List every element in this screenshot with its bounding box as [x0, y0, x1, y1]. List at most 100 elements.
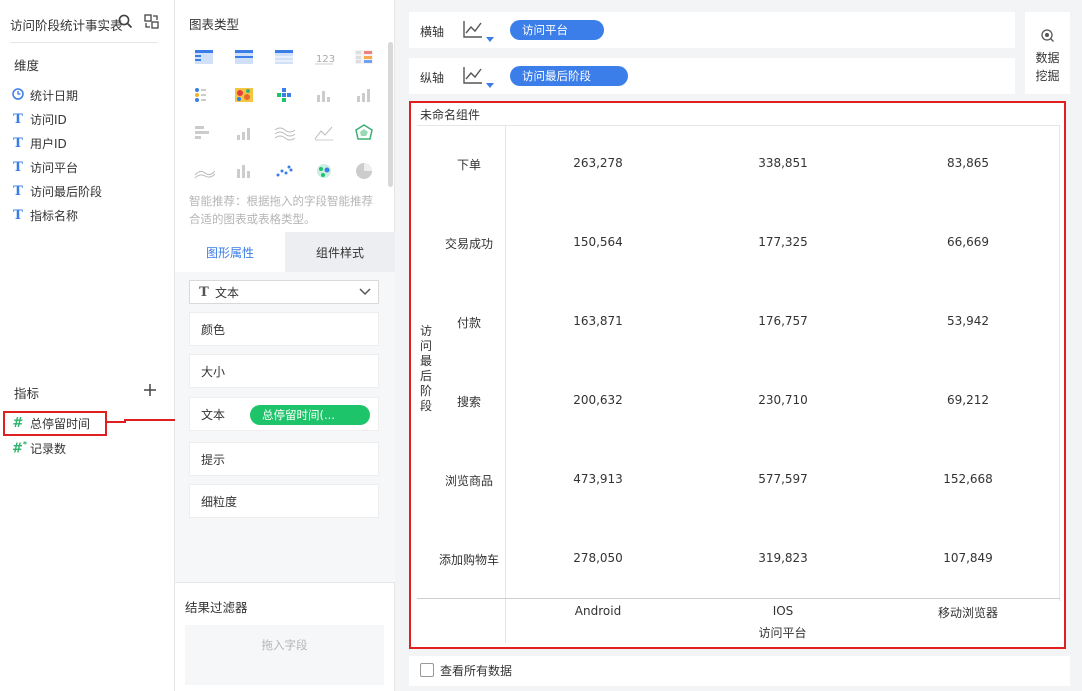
y-axis-type-toggle[interactable]: [461, 64, 497, 88]
svg-text:123: 123: [316, 54, 335, 65]
crosstab-icon[interactable]: [233, 47, 255, 67]
stacked-column-icon[interactable]: [233, 161, 255, 181]
column-header: 移动浏览器: [937, 606, 998, 620]
tab-component-style[interactable]: 组件样式: [285, 232, 395, 272]
mark-type-select[interactable]: T 文本: [189, 280, 379, 304]
switch-dataset-icon[interactable]: [143, 13, 159, 29]
dataset-title[interactable]: 访问阶段统计事实表: [10, 15, 123, 34]
dot-matrix-icon[interactable]: [193, 85, 215, 105]
row-header: 浏览商品: [444, 474, 493, 488]
dimension-label: 访问平台: [30, 160, 79, 175]
y-axis-field-pill[interactable]: 访问最后阶段: [510, 66, 628, 86]
dimension-field[interactable]: T 访问ID: [12, 108, 67, 130]
line-chart-icon: [463, 21, 494, 42]
property-color[interactable]: 颜色: [189, 312, 379, 346]
property-text-label: 文本: [201, 407, 226, 422]
column-header: IOS: [772, 604, 794, 618]
bubble-icon[interactable]: [313, 161, 335, 181]
search-icon[interactable]: [117, 13, 133, 29]
filter-placeholder: 拖入字段: [261, 638, 308, 652]
text-field-pill[interactable]: 总停留时间(...: [250, 405, 370, 425]
x-axis-field-pill[interactable]: 访问平台: [510, 20, 604, 40]
table-cell: 577,597: [758, 472, 808, 486]
row-header: 搜索: [456, 395, 481, 409]
heatmap-icon[interactable]: [233, 85, 255, 105]
text-field-icon: T: [13, 159, 23, 175]
horizontal-bar-icon[interactable]: [193, 123, 215, 143]
metric-record-count[interactable]: #* 记录数: [12, 437, 66, 459]
dimension-field[interactable]: T 用户ID: [12, 132, 67, 154]
radar-icon[interactable]: [353, 123, 375, 143]
data-mining-button[interactable]: 数据 挖掘: [1025, 12, 1070, 94]
metric-label: 记录数: [30, 441, 67, 456]
number-field-icon: #: [12, 415, 24, 431]
table-cell: 53,942: [947, 314, 989, 328]
colored-kpi-icon[interactable]: [353, 47, 375, 67]
dimension-field[interactable]: T 访问平台: [12, 156, 78, 178]
bar-chart-icon[interactable]: [313, 85, 335, 105]
result-filter-label: 结果过滤器: [185, 600, 248, 615]
dimension-label: 访问最后阶段: [30, 184, 103, 199]
column-header: Android: [574, 604, 622, 618]
data-mining-icon: [1041, 29, 1054, 42]
row-header: 下单: [456, 158, 481, 172]
wave-area-icon[interactable]: [193, 161, 216, 181]
streamgraph-icon[interactable]: [273, 123, 296, 143]
property-size[interactable]: 大小: [189, 354, 379, 388]
chart-config-panel: 图表类型 123 智能推荐：根据拖入的字段智能推荐合适的图表或表格类型。 图形属…: [175, 0, 395, 691]
component-title[interactable]: 未命名组件: [420, 106, 480, 123]
table-cell: 338,851: [758, 156, 808, 170]
divider: [10, 42, 158, 43]
x-axis-row: 横轴 访问平台: [409, 12, 1015, 48]
column-axis-title: 访问平台: [758, 626, 807, 640]
table-cell: 319,823: [758, 551, 808, 565]
area-line-icon[interactable]: [313, 123, 335, 143]
text-field-icon: T: [13, 135, 23, 151]
property-tooltip[interactable]: 提示: [189, 442, 379, 476]
footer-bar: 查看所有数据: [409, 656, 1070, 686]
pie-icon[interactable]: [353, 161, 375, 181]
grid-line: [505, 125, 506, 643]
table-icon[interactable]: [193, 47, 215, 67]
tab-graphic-attributes[interactable]: 图形属性: [175, 232, 285, 272]
chevron-down-icon: [359, 288, 371, 296]
table-component: 未命名组件 访问最后阶段 下单 263,278 338,851 83,865 交易成功 1…: [409, 101, 1066, 649]
property-granularity[interactable]: 细粒度: [189, 484, 379, 518]
dimension-field[interactable]: 统计日期: [12, 84, 78, 106]
table-cell: 230,710: [758, 393, 808, 407]
x-axis-type-toggle[interactable]: [461, 18, 497, 42]
stacked-bar-icon[interactable]: [233, 123, 255, 143]
calculated-field-icon: #*: [12, 439, 28, 457]
view-all-label: 查看所有数据: [440, 664, 513, 678]
data-mining-label-1: 数据: [1035, 51, 1060, 65]
data-mining-label-2: 挖掘: [1035, 69, 1060, 83]
column-chart-icon[interactable]: [353, 85, 375, 105]
kpi-number-icon[interactable]: 123: [313, 47, 335, 67]
table-cell: 163,871: [573, 314, 623, 328]
table-cell: 107,849: [943, 551, 993, 565]
view-all-checkbox[interactable]: [420, 663, 434, 677]
dimension-field[interactable]: T 访问最后阶段: [12, 180, 102, 202]
dimension-field[interactable]: T 指标名称: [12, 204, 78, 226]
metrics-label: 指标: [14, 386, 40, 401]
y-axis-label: 纵轴: [420, 71, 445, 85]
filter-drop-zone[interactable]: 拖入字段: [185, 625, 384, 685]
metric-total-stay-time[interactable]: # 总停留时间: [12, 412, 90, 434]
plus-icon[interactable]: [142, 382, 158, 398]
x-axis-label: 横轴: [420, 25, 445, 39]
clock-icon: [12, 87, 24, 103]
table-cell: 177,325: [758, 235, 808, 249]
row-header: 添加购物车: [438, 553, 499, 567]
detail-table-icon[interactable]: [273, 47, 295, 67]
grid-line: [417, 598, 1060, 599]
scatter-icon[interactable]: [273, 161, 295, 181]
grouped-dots-icon[interactable]: [273, 85, 295, 105]
row-axis-title: 访问最后阶段: [419, 324, 432, 413]
metric-label: 总停留时间: [30, 416, 91, 431]
chart-type-scrollbar[interactable]: [388, 42, 393, 187]
text-field-icon: T: [13, 111, 23, 127]
dimension-label: 用户ID: [30, 136, 67, 151]
row-header: 付款: [456, 316, 481, 330]
chart-type-label: 图表类型: [189, 17, 240, 32]
table-cell: 83,865: [947, 156, 989, 170]
